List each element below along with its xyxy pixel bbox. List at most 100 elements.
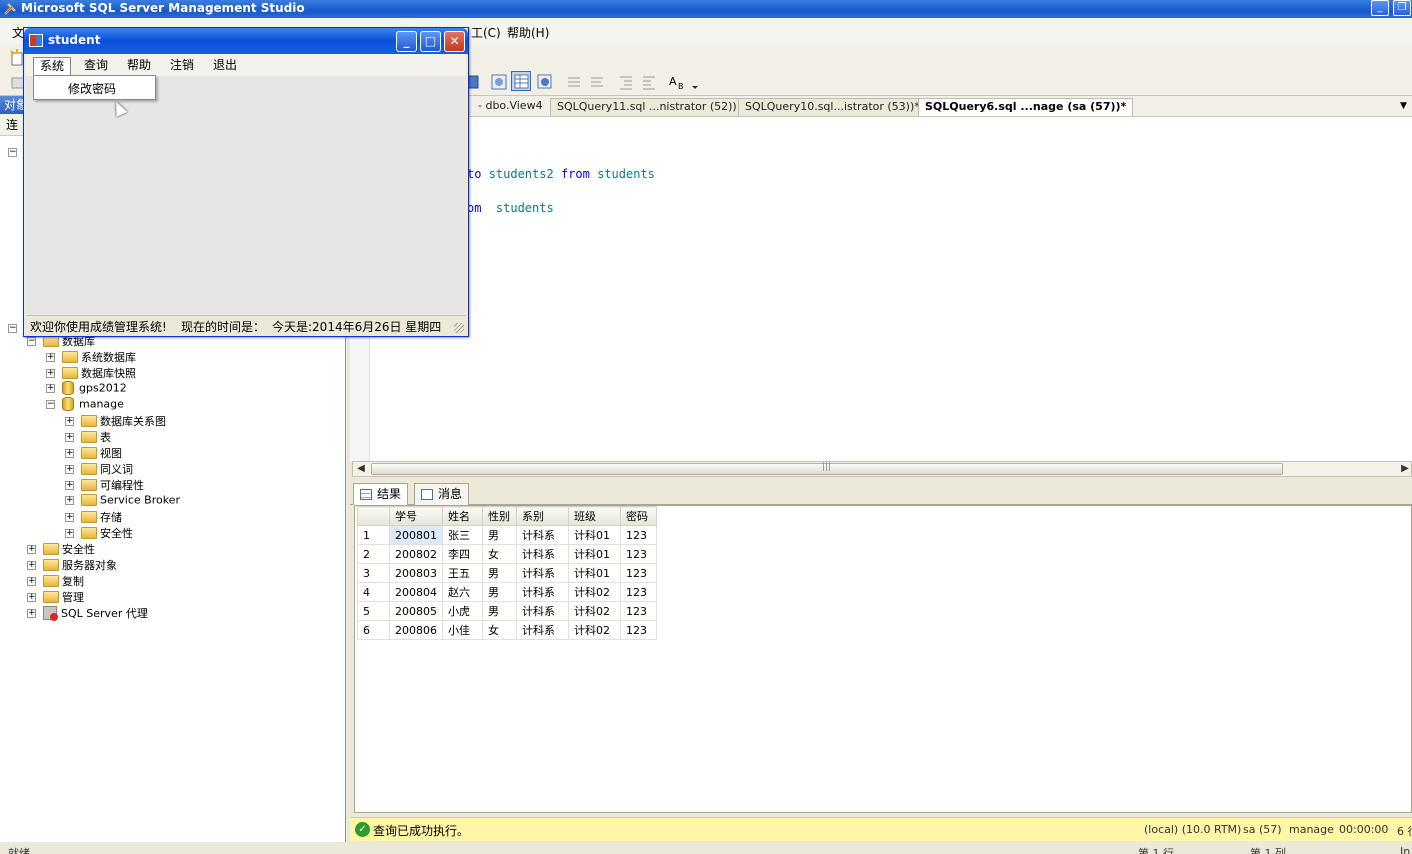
column-header[interactable]: 姓名 <box>442 506 483 526</box>
student-minimize-button[interactable]: _ <box>396 31 417 52</box>
restore-button[interactable]: ❐ <box>1393 0 1411 16</box>
table-row[interactable]: 4 200804 赵六男计科系 计科02 123 <box>357 582 657 602</box>
expand-icon[interactable]: + <box>27 576 36 586</box>
table-cell[interactable]: 男 <box>482 525 517 545</box>
decrease-indent-icon[interactable] <box>616 72 636 92</box>
expand-icon[interactable]: + <box>65 416 74 426</box>
tree-node[interactable]: + 视图 <box>65 445 122 461</box>
student-close-button[interactable]: ✕ <box>444 31 465 52</box>
table-cell[interactable]: 123 <box>620 525 657 545</box>
results-to-grid-icon[interactable] <box>511 71 531 91</box>
table-cell[interactable]: 计科系 <box>516 525 569 545</box>
table-cell[interactable]: 女 <box>482 544 517 564</box>
scroll-right-icon[interactable]: ▶ <box>1397 462 1412 476</box>
tree-node[interactable]: + Service Broker <box>65 493 180 509</box>
collapse-icon[interactable]: − <box>27 336 36 346</box>
server-node-collapse-expander[interactable]: − <box>8 320 17 333</box>
expand-icon[interactable]: + <box>65 512 74 522</box>
expand-icon[interactable]: + <box>65 480 74 490</box>
table-cell[interactable]: 计科02 <box>568 620 621 640</box>
row-number[interactable]: 5 <box>357 601 390 621</box>
table-cell[interactable]: 200803 <box>389 563 443 583</box>
column-header[interactable]: 学号 <box>389 506 443 526</box>
expand-icon[interactable]: + <box>65 464 74 474</box>
table-cell[interactable]: 123 <box>620 620 657 640</box>
table-row[interactable]: 1 200801 张三男计科系 计科01 123 <box>357 525 657 545</box>
expand-icon[interactable]: + <box>65 432 74 442</box>
menu-exit[interactable]: 退出 <box>207 57 243 75</box>
query-editor[interactable]: to students2 from students om students <box>350 117 1412 461</box>
menu-system[interactable]: 系统 <box>33 57 72 75</box>
table-cell[interactable]: 123 <box>620 544 657 564</box>
row-number[interactable]: 1 <box>357 525 390 545</box>
column-header[interactable]: 系别 <box>516 506 569 526</box>
column-header[interactable]: 密码 <box>620 506 657 526</box>
expand-icon[interactable]: + <box>27 592 36 602</box>
table-cell[interactable]: 计科系 <box>516 563 569 583</box>
table-cell[interactable]: 123 <box>620 601 657 621</box>
student-title-bar[interactable]: student _ □ ✕ <box>24 28 468 54</box>
tab-dropdown-icon[interactable]: ▼ <box>1400 101 1407 111</box>
tree-node[interactable]: + 管理 <box>27 589 84 605</box>
row-number[interactable]: 4 <box>357 582 390 602</box>
minimize-button[interactable]: _ <box>1371 0 1389 16</box>
tree-node[interactable]: + 数据库关系图 <box>65 413 166 429</box>
table-cell[interactable]: 李四 <box>442 544 483 564</box>
tab-messages[interactable]: 消息 <box>414 483 470 505</box>
comment-icon[interactable] <box>564 72 584 92</box>
tree-node[interactable]: + 系统数据库 <box>46 349 136 365</box>
expand-icon[interactable]: + <box>46 383 55 393</box>
row-number[interactable]: 2 <box>357 544 390 564</box>
table-row[interactable]: 5 200805 小虎男计科系 计科02 123 <box>357 601 657 621</box>
server-collapse-expander[interactable]: − <box>8 144 17 157</box>
doc-tab-sqlquery11[interactable]: SQLQuery11.sql ...nistrator (52)) <box>550 98 744 116</box>
tree-node[interactable]: + gps2012 <box>46 381 127 397</box>
resize-grip-icon[interactable] <box>454 323 464 333</box>
table-cell[interactable]: 计科02 <box>568 582 621 602</box>
table-row[interactable]: 6 200806 小佳女计科系 计科02 123 <box>357 620 657 640</box>
expand-icon[interactable]: + <box>27 544 36 554</box>
results-grid[interactable]: 学号 姓名 性别 系别 班级 密码 1 200801 张三男计科系 计科01 123 2 200802… <box>357 506 657 640</box>
tree-node[interactable]: + 复制 <box>27 573 84 589</box>
table-cell[interactable]: 男 <box>482 601 517 621</box>
table-cell[interactable]: 赵六 <box>442 582 483 602</box>
table-cell[interactable]: 计科系 <box>516 582 569 602</box>
menu-help[interactable]: 帮助(H) <box>507 24 549 41</box>
table-cell[interactable]: 计科01 <box>568 544 621 564</box>
collapse-icon[interactable]: − <box>46 399 55 409</box>
expand-icon[interactable]: + <box>27 560 36 570</box>
table-cell[interactable]: 男 <box>482 582 517 602</box>
table-cell[interactable]: 123 <box>620 563 657 583</box>
tree-node[interactable]: + 安全性 <box>65 525 133 541</box>
table-cell[interactable]: 123 <box>620 582 657 602</box>
tree-node[interactable]: − manage <box>46 397 124 413</box>
tree-node[interactable]: + 存储 <box>65 509 122 525</box>
tree-node[interactable]: + SQL Server 代理 <box>27 605 148 621</box>
table-cell[interactable]: 计科02 <box>568 601 621 621</box>
expand-icon[interactable]: + <box>65 448 74 458</box>
table-cell[interactable]: 计科01 <box>568 525 621 545</box>
expand-icon[interactable]: + <box>27 608 36 618</box>
code-line-select-into[interactable]: to students2 from students <box>467 167 655 181</box>
tab-results[interactable]: 结果 <box>353 483 409 505</box>
table-cell[interactable]: 200805 <box>389 601 443 621</box>
student-maximize-button[interactable]: □ <box>420 31 441 52</box>
code-line-from[interactable]: om students <box>467 201 554 215</box>
tree-node[interactable]: + 同义词 <box>65 461 133 477</box>
menu-logout[interactable]: 注销 <box>164 57 200 75</box>
display-plan-icon[interactable] <box>489 72 509 92</box>
table-cell[interactable]: 200806 <box>389 620 443 640</box>
results-to-file-icon[interactable] <box>535 72 555 92</box>
column-header[interactable]: 性别 <box>482 506 517 526</box>
expand-icon[interactable]: + <box>65 528 74 538</box>
menu-item-change-password[interactable]: 修改密码 <box>68 80 116 97</box>
table-cell[interactable]: 王五 <box>442 563 483 583</box>
toolbar-overflow-icon[interactable] <box>691 78 699 92</box>
table-row[interactable]: 3 200803 王五男计科系 计科01 123 <box>357 563 657 583</box>
tree-node[interactable]: + 表 <box>65 429 111 445</box>
menu-help-student[interactable]: 帮助 <box>121 57 157 75</box>
editor-horizontal-scrollbar[interactable]: ◀ ||| ▶ <box>352 461 1412 477</box>
expand-icon[interactable]: + <box>46 368 55 378</box>
expand-icon[interactable]: + <box>46 352 55 362</box>
tree-node[interactable]: + 服务器对象 <box>27 557 117 573</box>
